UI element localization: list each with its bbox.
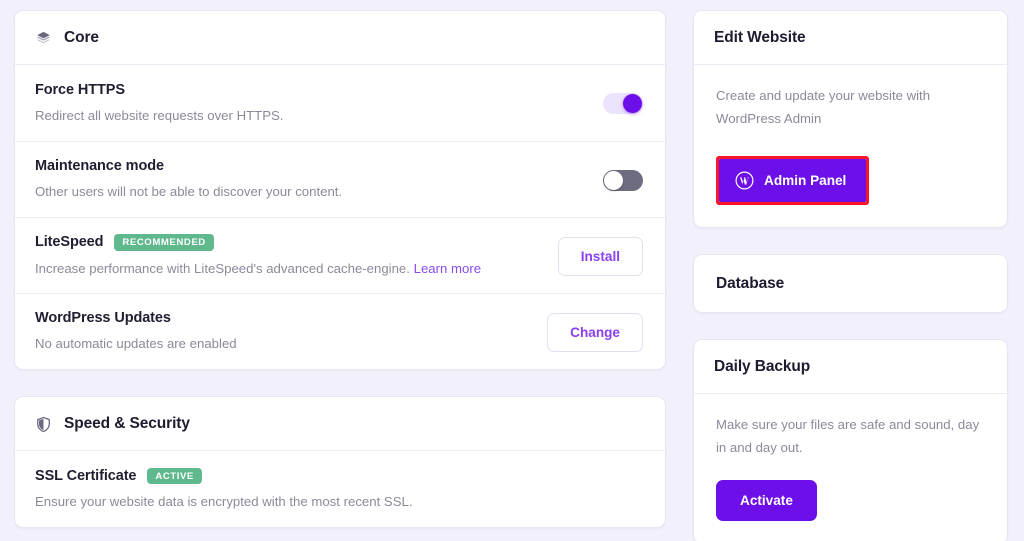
admin-panel-highlight: Admin Panel xyxy=(716,156,869,205)
row-ssl-certificate-body: SSL Certificate ACTIVE Ensure your websi… xyxy=(35,468,643,512)
row-ssl-certificate: SSL Certificate ACTIVE Ensure your websi… xyxy=(15,451,665,527)
edit-website-card-body: Create and update your website with Word… xyxy=(694,65,1007,227)
litespeed-learn-more-link[interactable]: Learn more xyxy=(414,261,481,276)
core-card-title: Core xyxy=(64,29,99,47)
row-maintenance-mode: Maintenance mode Other users will not be… xyxy=(15,141,665,217)
core-card-header: Core xyxy=(15,11,665,65)
toggle-knob xyxy=(604,171,623,190)
daily-backup-description: Make sure your files are safe and sound,… xyxy=(716,414,985,459)
row-force-https: Force HTTPS Redirect all website request… xyxy=(15,65,665,141)
left-column: Core Force HTTPS Redirect all website re… xyxy=(14,10,666,528)
daily-backup-card-title: Daily Backup xyxy=(714,358,810,376)
row-ssl-certificate-description: Ensure your website data is encrypted wi… xyxy=(35,492,643,511)
speed-security-card-header: Speed & Security xyxy=(15,397,665,451)
edit-website-card-header: Edit Website xyxy=(694,11,1007,65)
maintenance-mode-toggle[interactable] xyxy=(603,170,643,191)
row-force-https-title: Force HTTPS xyxy=(35,82,125,98)
row-wordpress-updates-description: No automatic updates are enabled xyxy=(35,334,531,353)
database-card-header: Database xyxy=(694,255,1007,312)
row-maintenance-mode-description: Other users will not be able to discover… xyxy=(35,182,587,201)
daily-backup-card-body: Make sure your files are safe and sound,… xyxy=(694,394,1007,541)
row-wordpress-updates-title: WordPress Updates xyxy=(35,310,171,326)
core-card: Core Force HTTPS Redirect all website re… xyxy=(14,10,666,370)
row-litespeed-description-text: Increase performance with LiteSpeed's ad… xyxy=(35,261,410,276)
daily-backup-activate-button[interactable]: Activate xyxy=(716,480,817,521)
row-maintenance-mode-body: Maintenance mode Other users will not be… xyxy=(35,158,587,201)
wordpress-updates-change-button[interactable]: Change xyxy=(547,313,643,352)
row-wordpress-updates-body: WordPress Updates No automatic updates a… xyxy=(35,310,531,353)
row-maintenance-mode-title: Maintenance mode xyxy=(35,158,164,174)
row-litespeed: LiteSpeed RECOMMENDED Increase performan… xyxy=(15,217,665,293)
speed-security-card-title: Speed & Security xyxy=(64,415,190,433)
daily-backup-card-header: Daily Backup xyxy=(694,340,1007,394)
litespeed-install-button[interactable]: Install xyxy=(558,237,643,276)
row-wordpress-updates: WordPress Updates No automatic updates a… xyxy=(15,293,665,369)
litespeed-recommended-badge: RECOMMENDED xyxy=(114,234,213,251)
row-ssl-certificate-title: SSL Certificate xyxy=(35,468,136,484)
right-column: Edit Website Create and update your webs… xyxy=(693,10,1008,541)
layers-icon xyxy=(35,30,52,47)
row-litespeed-description: Increase performance with LiteSpeed's ad… xyxy=(35,259,542,278)
edit-website-card: Edit Website Create and update your webs… xyxy=(693,10,1008,228)
row-litespeed-body: LiteSpeed RECOMMENDED Increase performan… xyxy=(35,234,542,278)
toggle-knob xyxy=(623,94,642,113)
row-ssl-certificate-title-line: SSL Certificate ACTIVE xyxy=(35,468,643,485)
admin-panel-button[interactable]: Admin Panel xyxy=(719,159,866,202)
ssl-active-badge: ACTIVE xyxy=(147,468,201,485)
row-maintenance-mode-title-line: Maintenance mode xyxy=(35,158,587,174)
row-force-https-description: Redirect all website requests over HTTPS… xyxy=(35,106,587,125)
edit-website-card-title: Edit Website xyxy=(714,29,806,47)
force-https-toggle[interactable] xyxy=(603,93,643,114)
wordpress-icon xyxy=(735,171,754,190)
row-wordpress-updates-title-line: WordPress Updates xyxy=(35,310,531,326)
daily-backup-card: Daily Backup Make sure your files are sa… xyxy=(693,339,1008,541)
database-card[interactable]: Database xyxy=(693,254,1008,313)
row-force-https-body: Force HTTPS Redirect all website request… xyxy=(35,82,587,125)
speed-security-card: Speed & Security SSL Certificate ACTIVE … xyxy=(14,396,666,528)
admin-panel-button-label: Admin Panel xyxy=(764,173,846,188)
row-force-https-title-line: Force HTTPS xyxy=(35,82,587,98)
row-litespeed-title-line: LiteSpeed RECOMMENDED xyxy=(35,234,542,251)
row-litespeed-title: LiteSpeed xyxy=(35,234,103,250)
settings-page: Core Force HTTPS Redirect all website re… xyxy=(0,0,1024,541)
database-card-title: Database xyxy=(716,275,784,293)
shield-icon xyxy=(35,416,52,433)
edit-website-description: Create and update your website with Word… xyxy=(716,85,985,130)
